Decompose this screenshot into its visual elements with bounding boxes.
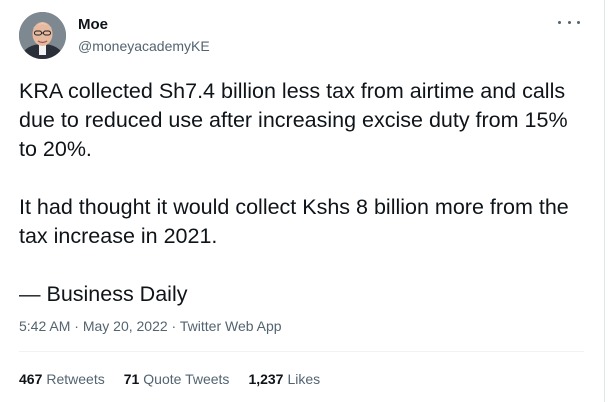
tweet-source[interactable]: Twitter Web App [180,318,282,334]
more-icon[interactable] [558,14,580,30]
avatar[interactable] [19,12,66,59]
tweet-card: Moe @moneyacademyKE KRA collected Sh7.4 … [0,0,605,402]
tweet-paragraph: — Business Daily [19,282,188,306]
more-dot [558,20,561,24]
tweet-paragraph: It had thought it would collect Kshs 8 b… [19,195,569,248]
author-handle[interactable]: @moneyacademyKE [78,38,210,54]
meta-separator: · [70,318,83,334]
tweet-date[interactable]: May 20, 2022 [83,318,168,334]
more-dot [567,20,571,24]
tweet-text: KRA collected Sh7.4 billion less tax fro… [19,77,589,309]
retweets-count: 467 [19,371,43,387]
divider [19,351,584,352]
tweet-stats: 467 Retweets 71 Quote Tweets 1,237 Likes [19,371,320,387]
likes-label: Likes [287,371,321,387]
likes-stat[interactable]: 1,237 Likes [248,371,320,387]
avatar-image [19,12,66,59]
quote-tweets-label: Quote Tweets [143,371,230,387]
retweets-stat[interactable]: 467 Retweets [19,371,105,387]
meta-separator: · [167,318,180,334]
author-name[interactable]: Moe [78,16,108,33]
quote-tweets-stat[interactable]: 71 Quote Tweets [124,371,230,387]
likes-count: 1,237 [248,371,284,387]
tweet-time[interactable]: 5:42 AM [19,318,70,334]
quote-tweets-count: 71 [123,371,140,387]
more-dot [577,20,580,24]
tweet-meta: 5:42 AM · May 20, 2022 · Twitter Web App [19,318,282,334]
tweet-paragraph: KRA collected Sh7.4 billion less tax fro… [19,79,568,161]
retweets-label: Retweets [46,371,105,387]
